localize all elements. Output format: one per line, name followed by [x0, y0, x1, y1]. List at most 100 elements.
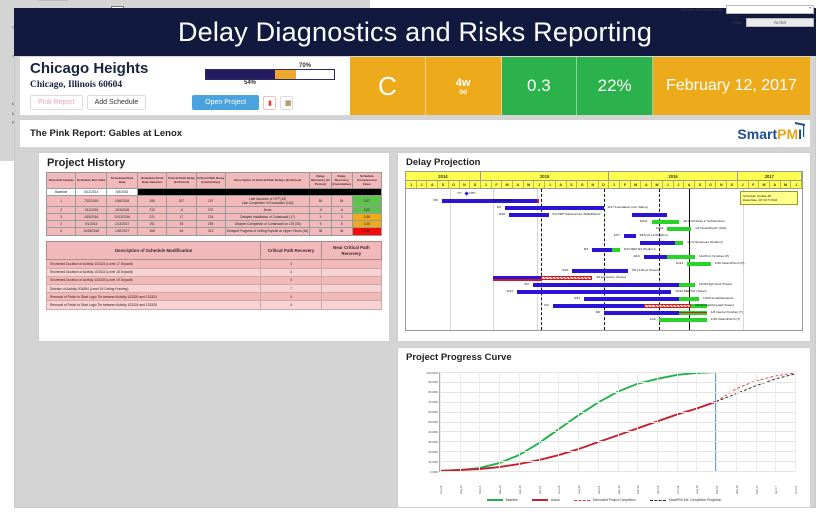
- gantt-task-label: RFS L5,L2 (Podium): [639, 233, 668, 237]
- cell-end-date: 1/13/2017: [106, 220, 139, 229]
- gauge-bar: [205, 69, 335, 80]
- filter-button[interactable]: FILTER: [746, 18, 814, 27]
- gantt-task-label: 10/14 MEP R/I (Tower): [675, 289, 707, 293]
- gantt-bar[interactable]: [584, 297, 680, 301]
- progress-curve-legend: Baseline Actual Scheduled Project Completi…: [405, 498, 803, 502]
- cell-cp-period: 207: [166, 194, 197, 207]
- gantt-bar[interactable]: [493, 279, 541, 281]
- gantt-bar[interactable]: [643, 255, 668, 259]
- col-mod-ncp-recovery: Near Critical Path Recovery: [320, 240, 383, 261]
- delay-projection-panel: Delay Projection 2014 2015 2016 2017 JJASON…: [397, 152, 811, 342]
- baseline-run-date: 6/12/2014: [75, 187, 108, 196]
- gantt-bar[interactable]: [516, 290, 672, 294]
- gantt-bar[interactable]: [604, 311, 680, 315]
- current-schedule-date-label: Current Schedule Date: [681, 7, 722, 12]
- cell-recovery-cum: 8: [330, 220, 353, 229]
- y-axis-tick: 40.00%: [428, 429, 438, 434]
- cell-run-date: 9/1/2016: [75, 220, 108, 229]
- gantt-bar[interactable]: [592, 248, 612, 252]
- sqi-info-button[interactable]: INFO: [38, 0, 68, 1]
- cell-mod-cp: 4: [260, 300, 322, 310]
- y-axis-tick: 50.00%: [428, 420, 438, 424]
- table-row: Shortened Duration of Activity 103324 (L…: [45, 267, 383, 277]
- gantt-start-date: 4/27: [613, 233, 620, 237]
- gantt-task-label: 11/15 Finishes in Substructure: [683, 219, 725, 223]
- gantt-bar[interactable]: [679, 312, 707, 314]
- gantt-bar[interactable]: [679, 283, 696, 287]
- cell-update: 4: [45, 220, 77, 229]
- current-schedule-date-row: Current Schedule Date: [664, 5, 814, 14]
- gantt-bar[interactable]: [532, 283, 680, 287]
- cell-recovery-period: 5: [309, 220, 332, 229]
- gantt-month-cell: J: [609, 181, 621, 188]
- archive-icon[interactable]: ▦: [280, 95, 294, 110]
- cell-cp-period: 54: [166, 227, 197, 236]
- y-axis-tick: 90.00%: [428, 380, 438, 385]
- gantt-bar[interactable]: [675, 241, 684, 245]
- x-gridline: [499, 372, 501, 471]
- gantt-bar[interactable]: [643, 304, 692, 308]
- project-action-buttons: Pink Report Add Schedule Open Project ▮ …: [30, 95, 342, 110]
- x-axis-tick: Feb-16: [637, 485, 641, 494]
- gantt-month-header: JJASONDJFMAMJJASONDJFMAMJJASONDJFMAMJ: [406, 181, 803, 189]
- cell-update: 3: [45, 213, 77, 222]
- kpi-grade-value: C: [377, 70, 397, 101]
- cell-recovery-period: -6: [309, 205, 332, 215]
- gantt-bar[interactable]: [667, 255, 696, 259]
- gantt-month-cell: F: [491, 181, 503, 188]
- gantt-bar[interactable]: [687, 262, 711, 266]
- gantt-start-date: 6/14: [506, 289, 513, 293]
- gantt-bar[interactable]: [679, 297, 700, 301]
- x-gridline: [775, 372, 777, 471]
- gantt-start-date: 6/3: [496, 205, 502, 209]
- col-mod-description: Description of Schedule Modification: [45, 240, 262, 261]
- col-end-date-variance: Scheduled End Date Variance: [137, 172, 168, 189]
- gantt-bar[interactable]: [540, 276, 593, 280]
- cell-recovery-cum: 44: [330, 227, 353, 236]
- cell-mod-cp: 4: [260, 259, 322, 269]
- gantt-task-label: 11/18 Install Drywall (Tower): [695, 303, 734, 307]
- cell-mod-desc: Shortened Duration of Activity 103324 (L…: [45, 259, 262, 269]
- gantt-bar[interactable]: [611, 248, 620, 252]
- gantt-task-label: 6/4 PRP Substructure Walls/Risers: [552, 212, 601, 216]
- gantt-bar[interactable]: [631, 213, 668, 217]
- gantt-year-header: 2014 2015 2016 2017: [406, 172, 802, 181]
- cell-mod-desc: Deletion of Activity 204554 (Level 19 Ce…: [45, 284, 262, 294]
- gantt-bar[interactable]: [659, 318, 707, 322]
- gantt-bar[interactable]: [505, 206, 604, 210]
- gantt-body[interactable]: Schedule Update #5 Data Date: 28 OCT 2016…: [406, 189, 802, 330]
- legend-item: Actual: [531, 498, 560, 502]
- delete-icon[interactable]: ▮: [263, 95, 277, 110]
- current-schedule-date-select[interactable]: [726, 5, 814, 14]
- gantt-start-date: 11/9: [649, 317, 656, 321]
- gantt-bar[interactable]: [552, 304, 644, 308]
- pink-report-button[interactable]: Pink Report: [30, 95, 83, 110]
- gantt-bar[interactable]: [536, 199, 539, 203]
- gantt-task-label: 9/12 MEP R3 (Podium): [623, 247, 656, 251]
- gantt-bar[interactable]: [508, 213, 549, 217]
- cell-mod-cp: 4: [260, 267, 322, 277]
- gantt-bar[interactable]: [572, 269, 628, 273]
- add-schedule-button[interactable]: Add Schedule: [86, 95, 147, 110]
- cell-sci: 0.07: [351, 194, 383, 207]
- gantt-bar[interactable]: [441, 199, 537, 203]
- y-axis-tick: 30.00%: [428, 439, 438, 444]
- gantt-month-cell: O: [577, 181, 588, 188]
- y-axis-tick: 10.00%: [428, 459, 438, 464]
- x-axis-tick: Apr-17: [775, 485, 779, 494]
- cell-description: Delayed Installation of Curtainwall (17): [224, 213, 311, 222]
- gantt-bar[interactable]: [623, 234, 636, 238]
- gantt-month-cell: D: [598, 181, 610, 188]
- gantt-bar[interactable]: [639, 241, 676, 245]
- open-project-button[interactable]: Open Project: [192, 95, 260, 110]
- cell-mod-ncp: [320, 284, 383, 294]
- y-axis-tick: 0.00%: [429, 469, 438, 474]
- gantt-bar[interactable]: [667, 227, 692, 231]
- gantt-month-cell: J: [416, 181, 428, 188]
- gantt-month-cell: J: [737, 181, 749, 188]
- gantt-data-date-note: Schedule Update #5 Data Date: 28 OCT 2016: [740, 191, 798, 206]
- gantt-bar[interactable]: [651, 220, 680, 224]
- table-row: Removal of Finish to Start Logic Tie bet…: [45, 300, 383, 310]
- gantt-start-date: 9/19: [633, 254, 640, 258]
- cell-sci: 0.00: [351, 227, 383, 236]
